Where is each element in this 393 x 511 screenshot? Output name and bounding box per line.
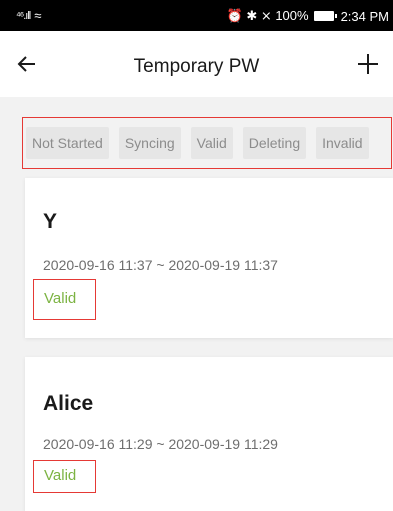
battery-icon	[313, 11, 337, 21]
status-bar: ⁴⁶.ıll ≈ ⏰ ✱ ⨯ 100% 2:34 PM	[0, 0, 393, 31]
add-button[interactable]	[353, 49, 383, 79]
filter-track: Not Started Syncing Valid Deleting Inval…	[26, 127, 369, 159]
filter-deleting[interactable]: Deleting	[242, 127, 307, 159]
password-card[interactable]: Y 2020-09-16 11:37 ~ 2020-09-19 11:37 Va…	[25, 178, 393, 338]
password-validity-range: 2020-09-16 11:29 ~ 2020-09-19 11:29	[43, 436, 278, 452]
password-validity-range: 2020-09-16 11:37 ~ 2020-09-19 11:37	[43, 257, 278, 273]
filter-valid[interactable]: Valid	[190, 127, 233, 159]
status-time: 2:34 PM	[340, 8, 389, 24]
page-title: Temporary PW	[133, 56, 260, 77]
filter-invalid[interactable]: Invalid	[316, 127, 369, 159]
status-indicators: ⏰ ✱ ⨯ 100%	[226, 8, 309, 23]
status-left: ⁴⁶.ıll ≈	[16, 8, 41, 23]
status-filter-bar: Not Started Syncing Valid Deleting Inval…	[22, 117, 392, 169]
filter-syncing[interactable]: Syncing	[118, 127, 181, 159]
status-badge: Valid	[33, 279, 96, 320]
password-name: Y	[43, 210, 58, 233]
nav-bar: Temporary PW	[0, 31, 393, 97]
signal-icon: ⁴⁶.ıll	[16, 9, 31, 22]
status-right: ⏰ ✱ ⨯ 100% 2:34 PM	[227, 8, 389, 24]
filter-not-started[interactable]: Not Started	[26, 127, 109, 159]
password-name: Alice	[43, 392, 94, 415]
wifi-icon: ≈	[34, 8, 42, 23]
password-card[interactable]: Alice 2020-09-16 11:29 ~ 2020-09-19 11:2…	[25, 357, 393, 511]
status-badge: Valid	[33, 460, 96, 493]
plus-icon	[358, 54, 378, 74]
